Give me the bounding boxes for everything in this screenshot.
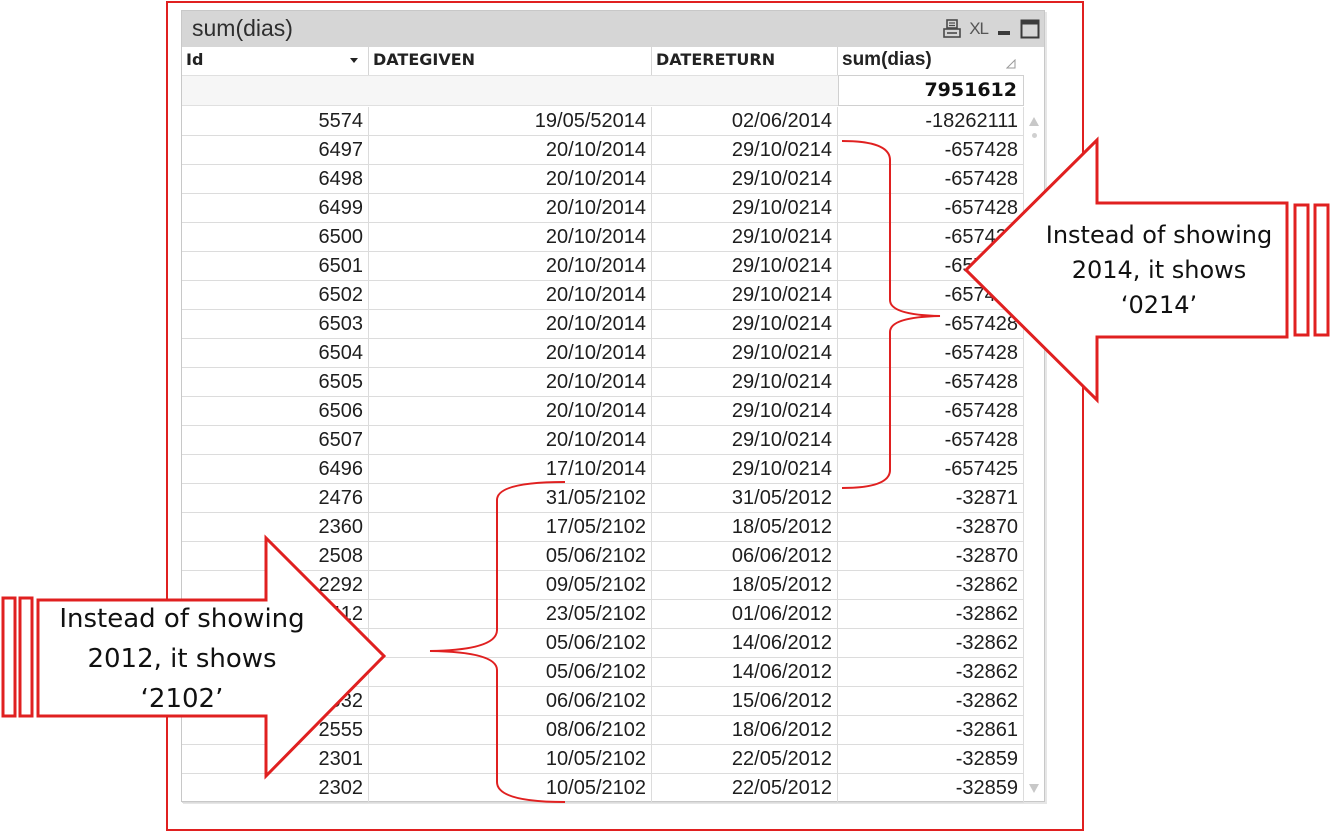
callout-line: ‘0214’ <box>1120 291 1198 319</box>
right-brace <box>841 140 941 489</box>
right-arrow-stripe <box>1293 203 1310 337</box>
callout-left-text: Instead of showing 2012, it shows ‘2102’ <box>46 599 318 719</box>
left-arrow-stripe <box>1 596 17 718</box>
screenshot-stage: sum(dias) XL Id DATEGIVEN DATERETURN sum… <box>0 0 1331 834</box>
left-arrow-stripe <box>18 596 34 718</box>
right-arrow-stripe <box>1313 203 1330 337</box>
callout-right-text: Instead of showing 2014, it shows ‘0214’ <box>1040 218 1278 323</box>
callout-line: Instead of showing <box>59 604 305 634</box>
callout-line: Instead of showing <box>1045 221 1273 249</box>
callout-line: 2012, it shows <box>87 644 277 674</box>
callout-line: 2014, it shows <box>1071 256 1247 284</box>
callout-line: ‘2102’ <box>140 684 224 714</box>
left-brace <box>429 481 566 803</box>
